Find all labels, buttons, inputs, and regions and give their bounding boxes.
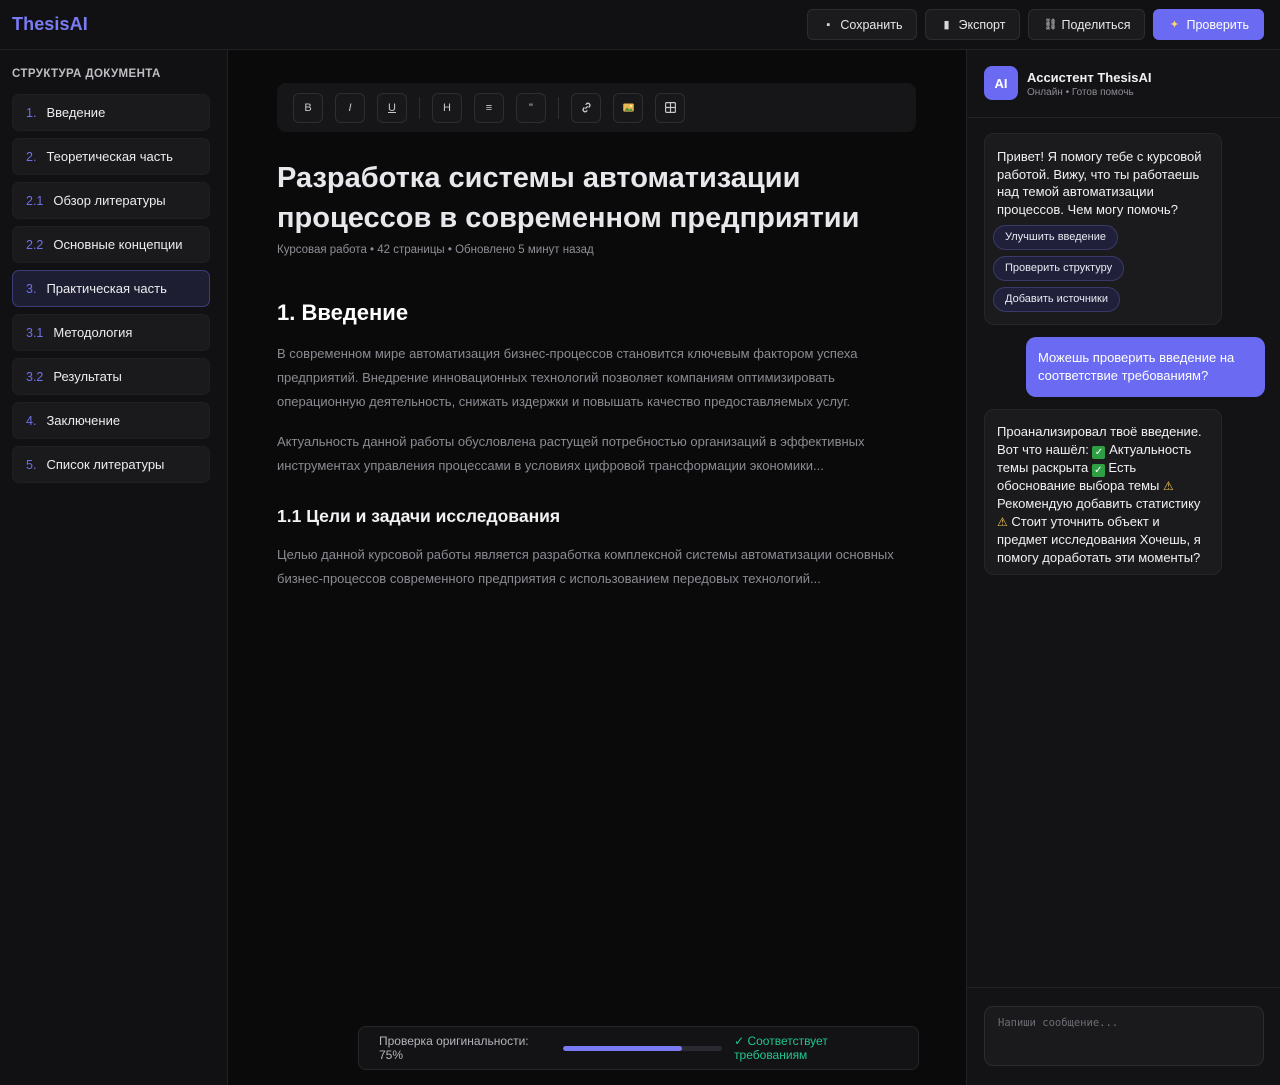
export-label: Экспорт	[958, 17, 1006, 32]
outline-item-introduction[interactable]: 1. Введение	[12, 94, 210, 131]
app-logo[interactable]: ThesisAI	[12, 14, 88, 35]
save-icon: ▪	[826, 18, 831, 31]
outline-item-number: 3.	[26, 281, 37, 296]
outline-item-label: Введение	[46, 105, 106, 120]
originality-status-bar: Проверка оригинальности: 75% ✓ Соответст…	[358, 1026, 919, 1070]
outline-item-practical[interactable]: 3. Практическая часть	[12, 270, 210, 307]
share-button[interactable]: ⛓ Поделиться	[1028, 9, 1146, 40]
sparkle-icon: ✦	[1169, 19, 1180, 31]
share-label: Поделиться	[1061, 17, 1131, 32]
document-body[interactable]: Разработка системы автоматизации процесс…	[277, 158, 917, 591]
sidebar: СТРУКТУРА ДОКУМЕНТА 1. Введение 2. Теорети…	[0, 50, 228, 1085]
sidebar-title: СТРУКТУРА ДОКУМЕНТА	[12, 68, 161, 80]
originality-progress	[563, 1045, 723, 1051]
assistant-avatar: AI	[984, 66, 1018, 100]
format-toolbar: B I U H ≡ "	[277, 83, 916, 132]
outline-item-label: Методология	[53, 325, 133, 340]
message-text: Привет! Я помогу тебе с курсовой работой…	[997, 149, 1202, 217]
check-button[interactable]: ✦ Проверить	[1153, 9, 1264, 40]
outline-item-number: 2.	[26, 149, 37, 164]
save-button[interactable]: ▪ Сохранить	[807, 9, 918, 40]
export-button[interactable]: ▮ Экспорт	[925, 9, 1021, 40]
assistant-name: Ассистент ThesisAI	[1027, 70, 1152, 85]
image-icon[interactable]	[613, 92, 643, 123]
user-message: Можешь проверить введение на соответстви…	[1026, 337, 1265, 397]
outline-item-number: 3.2	[26, 369, 44, 384]
outline-item-label: Теоретическая часть	[46, 149, 173, 164]
link-icon: ⛓	[1043, 19, 1058, 31]
section-heading[interactable]: 1. Введение	[277, 300, 917, 326]
heading-button[interactable]: H	[432, 92, 462, 123]
suggestion-chip-improve-intro[interactable]: Улучшить введение	[993, 225, 1119, 250]
editor-area: B I U H ≡ " Разработка системы автоматиз…	[228, 50, 966, 1085]
outline-item-label: Обзор литературы	[53, 193, 166, 208]
outline-item-number: 2.2	[26, 237, 44, 252]
outline-item-label: Результаты	[53, 369, 122, 384]
warning-icon: ⚠	[997, 514, 1008, 529]
paragraph[interactable]: В современном мире автоматизация бизнес-…	[277, 342, 917, 414]
outline-item-results[interactable]: 3.2 Результаты	[12, 358, 210, 395]
assistant-header: AI Ассистент ThesisAI Онлайн • Готов пом…	[967, 50, 1280, 118]
subsection-heading[interactable]: 1.1 Цели и задачи исследования	[277, 506, 917, 527]
check-mark-icon: ✓	[1092, 445, 1106, 459]
originality-progress-fill	[563, 1045, 683, 1051]
suggestion-chip-add-sources[interactable]: Добавить источники	[993, 287, 1121, 312]
outline-item-number: 2.1	[26, 193, 44, 208]
suggestion-chips: Улучшить введение Проверить структуру До…	[993, 225, 1209, 318]
bold-button[interactable]: B	[293, 92, 323, 123]
paragraph[interactable]: Целью данной курсовой работы является ра…	[277, 543, 917, 591]
toolbar-divider	[558, 96, 559, 119]
outline-list: 1. Введение 2. Теоретическая часть 2.1 Обзо…	[12, 94, 210, 490]
chat-message-input[interactable]	[984, 1006, 1264, 1066]
list-button[interactable]: ≡	[474, 92, 504, 123]
link-icon[interactable]	[571, 92, 601, 123]
outline-item-literature-review[interactable]: 2.1 Обзор литературы	[12, 182, 210, 219]
suggestion-chip-check-structure[interactable]: Проверить структуру	[993, 256, 1125, 281]
top-bar: ThesisAI ▪ Сохранить ▮ Экспорт ⛓ Поделит…	[0, 0, 1280, 50]
assistant-panel: AI Ассистент ThesisAI Онлайн • Готов пом…	[966, 50, 1280, 1085]
chat-input-area	[967, 987, 1280, 1085]
table-icon[interactable]	[655, 92, 685, 123]
document-meta: Курсовая работа • 42 страницы • Обновлен…	[277, 244, 594, 256]
outline-item-methodology[interactable]: 3.1 Методология	[12, 314, 210, 351]
outline-item-number: 4.	[26, 413, 37, 428]
paragraph[interactable]: Актуальность данной работы обусловлена р…	[277, 430, 917, 478]
file-icon: ▮	[943, 19, 950, 31]
compliance-status: ✓ Соответствует требованиям	[734, 1034, 828, 1062]
warning-icon: ⚠	[1163, 478, 1174, 493]
message-text: Рекомендую добавить статистику	[997, 496, 1201, 511]
italic-button[interactable]: I	[335, 92, 365, 123]
outline-item-number: 1.	[26, 105, 37, 120]
assistant-message: Проанализировал твоё введение. Вот что н…	[984, 409, 1222, 575]
check-label: Проверить	[1186, 17, 1249, 32]
outline-item-label: Основные концепции	[53, 237, 183, 252]
save-label: Сохранить	[840, 17, 903, 32]
originality-label: Проверка оригинальности: 75%	[379, 1034, 529, 1062]
underline-button[interactable]: U	[377, 92, 407, 123]
outline-item-number: 3.1	[26, 325, 44, 340]
check-mark-icon: ✓	[1091, 463, 1105, 477]
outline-item-number: 5.	[26, 457, 37, 472]
top-actions: ▪ Сохранить ▮ Экспорт ⛓ Поделиться ✦ Про…	[807, 9, 1264, 40]
quote-button[interactable]: "	[516, 92, 546, 123]
document-title[interactable]: Разработка системы автоматизации процесс…	[277, 158, 917, 238]
app-root: ThesisAI ▪ Сохранить ▮ Экспорт ⛓ Поделит…	[0, 0, 1280, 1085]
outline-item-conclusion[interactable]: 4. Заключение	[12, 402, 210, 439]
outline-item-label: Практическая часть	[46, 281, 167, 296]
outline-item-references[interactable]: 5. Список литературы	[12, 446, 210, 483]
toolbar-divider	[419, 96, 420, 119]
assistant-message: Привет! Я помогу тебе с курсовой работой…	[984, 133, 1222, 325]
outline-item-label: Заключение	[46, 413, 121, 428]
message-text: Стоит уточнить объект и предмет исследов…	[997, 513, 1201, 565]
outline-item-concepts[interactable]: 2.2 Основные концепции	[12, 226, 210, 263]
assistant-status: Онлайн • Готов помочь	[1027, 87, 1134, 98]
outline-item-label: Список литературы	[46, 457, 165, 472]
outline-item-theory[interactable]: 2. Теоретическая часть	[12, 138, 210, 175]
